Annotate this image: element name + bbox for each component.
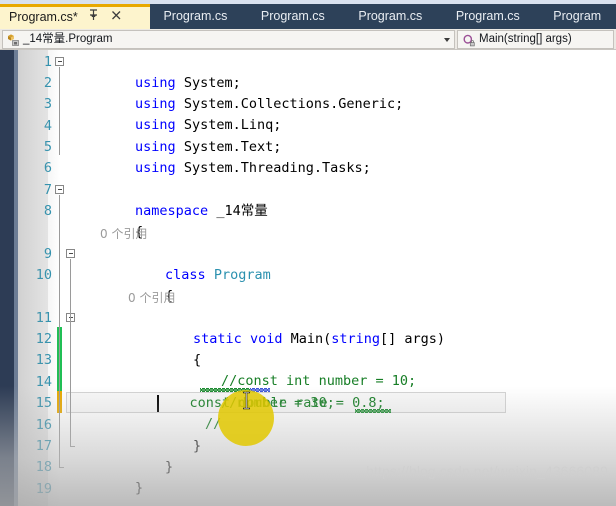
line-number: 12 [35,331,52,347]
code-token-keyword: static [193,331,250,348]
tab-label: Program.cs [163,9,228,23]
visual-studio-window: Program.cs* Program.cs Program.cs Progra… [0,0,616,506]
outline-guide-usings [59,67,60,155]
code-token-text: } [193,438,202,455]
line-number: 2 [43,75,52,91]
code-text-area[interactable]: 1 2 3 4 5 6 7 8 9 10 11 12 13 14 15 16 1… [0,50,616,506]
tab-program-cs-6[interactable]: Program [544,4,616,29]
line-number: 16 [35,417,52,433]
code-token-text: } [135,480,144,497]
line-number: 6 [43,160,52,176]
tab-label: Program.cs* [9,10,78,24]
outline-guide-method [70,323,71,425]
outline-guide-end [70,446,75,447]
tab-label: Program.cs [455,9,520,23]
codelens-class-references[interactable]: 0 个引用 [100,226,147,242]
type-scope-label: _14常量.Program [23,33,113,45]
info-squiggle-const [250,388,270,392]
line-number: 11 [35,310,52,326]
code-token-keyword: using [135,160,184,177]
navigation-bar: _14常量.Program Main(string[] args) [0,29,616,50]
line-number: 15 [35,395,52,411]
pin-icon[interactable] [88,9,99,22]
tab-program-cs-4[interactable]: Program.cs [349,4,442,29]
chevron-down-icon[interactable] [444,37,450,42]
fold-toggle-namespace[interactable] [55,185,64,194]
line-number: 4 [43,118,52,134]
watermark-text: https://blog.csdn.net/weixin_43666089 [366,463,608,479]
tab-label: Program [553,9,602,23]
error-squiggle-const [200,388,250,392]
tab-label: Program.cs [260,9,325,23]
outline-guide-end [59,467,64,468]
code-line-15-rest[interactable]: const double rate = 0.8; [157,393,385,414]
line-number: 18 [35,459,52,475]
line-number: 8 [43,203,52,219]
line-number: 9 [43,246,52,262]
line-number: 14 [35,374,52,390]
editor-tabstrip[interactable]: Program.cs* Program.cs Program.cs Progra… [0,4,616,29]
line-number: 19 [35,481,52,497]
line-number: 5 [43,139,52,155]
code-token-text: _14常量 [216,203,268,220]
line-number: 1 [43,54,52,70]
outline-guide-namespace [59,195,60,467]
line-number: 13 [35,352,52,368]
code-token-keyword: void [249,331,291,348]
code-token-comment: // [205,416,222,433]
code-editor[interactable]: 1 2 3 4 5 6 7 8 9 10 11 12 13 14 15 16 1… [0,50,616,506]
code-token-keyword: namespace [135,203,217,220]
tab-program-cs-3[interactable]: Program.cs [252,4,345,29]
fold-toggle-usings[interactable] [55,57,64,66]
tab-program-cs-5[interactable]: Program.cs [447,4,540,29]
member-scope-label: Main(string[] args) [479,33,572,45]
text-caret [157,395,159,412]
error-squiggle-rate [355,409,391,413]
close-icon[interactable] [111,9,122,22]
line-number: 17 [35,438,52,454]
codelens-main-references[interactable]: 0 个引用 [128,290,175,306]
tab-label: Program.cs [358,9,423,23]
code-line-18[interactable]: } [70,457,143,506]
type-scope-dropdown[interactable]: _14常量.Program [2,30,455,49]
code-token-text: Main( [290,331,332,348]
code-token-type: Program [213,267,271,284]
code-token-text: System.Threading.Tasks; [183,160,371,177]
code-token-text: [] args) [380,331,446,348]
member-scope-dropdown[interactable]: Main(string[] args) [457,30,614,49]
code-token-text: } [165,459,174,476]
line-number: 10 [35,267,52,283]
tab-program-cs-active[interactable]: Program.cs* [0,4,150,29]
tab-program-cs-2[interactable]: Program.cs [154,4,247,29]
line-number: 7 [43,182,52,198]
code-token-keyword: string [331,331,380,348]
class-members-icon [6,33,20,47]
line-number: 3 [43,96,52,112]
method-private-icon [461,33,476,47]
